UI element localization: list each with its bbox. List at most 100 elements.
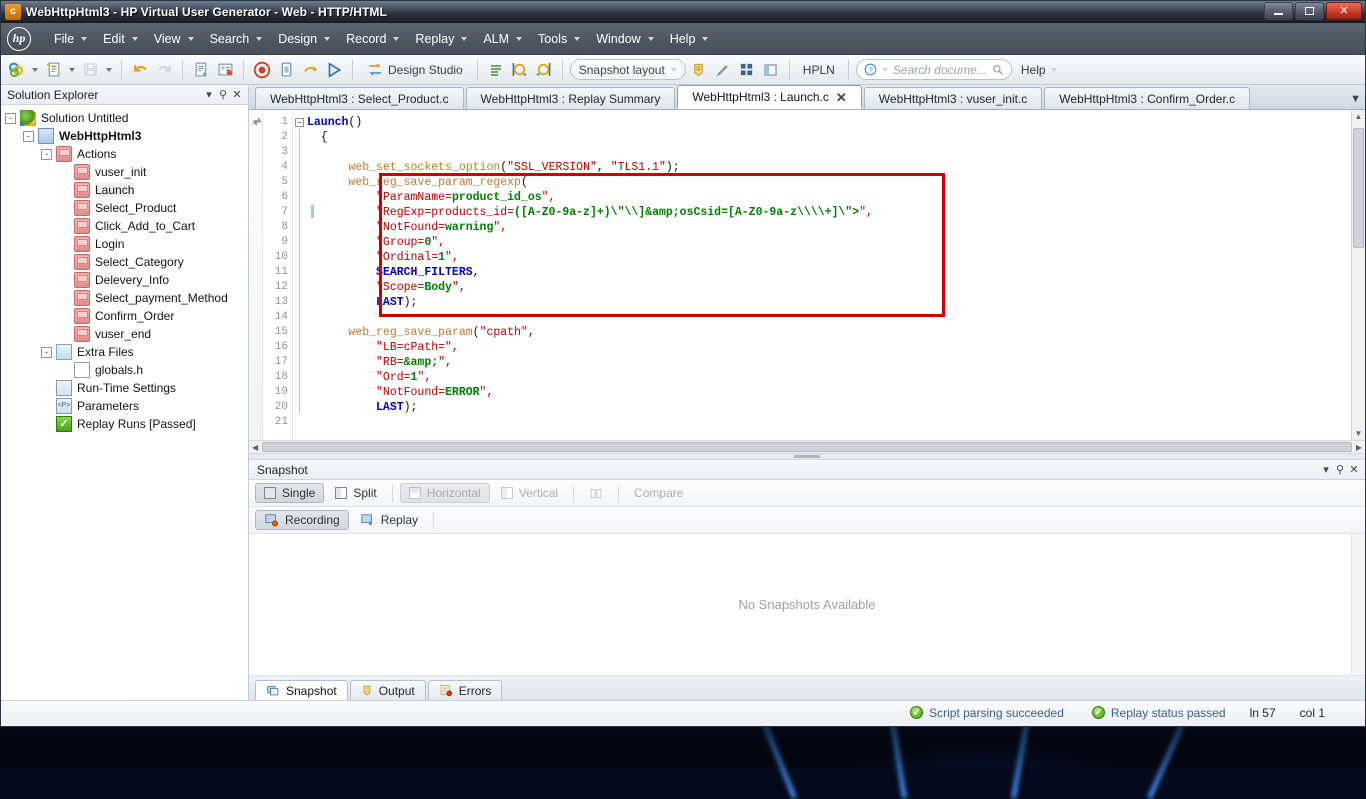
editor-tab-3[interactable]: WebHttpHtml3 : vuser_init.c xyxy=(863,87,1043,109)
tree-item-solution-untitled[interactable]: - Solution Untitled xyxy=(5,109,248,127)
scroll-thumb[interactable] xyxy=(1353,128,1364,248)
menu-replay[interactable]: Replay xyxy=(406,28,474,50)
editor-horizontal-scrollbar[interactable]: ◀ ▶ xyxy=(249,440,1365,453)
menu-view[interactable]: View xyxy=(145,28,201,50)
tree-item-launch[interactable]: Launch xyxy=(5,181,248,199)
tree-item-select-product[interactable]: Select_Product xyxy=(5,199,248,217)
grid-icon[interactable] xyxy=(736,59,758,81)
fold-toggle-icon[interactable]: − xyxy=(295,118,304,127)
scroll-right-arrow[interactable]: ▶ xyxy=(1353,443,1365,452)
menu-file[interactable]: File xyxy=(45,28,94,50)
new-script-icon[interactable] xyxy=(42,59,64,81)
chevron-down-icon[interactable]: ▾ xyxy=(202,88,216,102)
menu-design[interactable]: Design xyxy=(269,28,337,50)
editor-tab-1[interactable]: WebHttpHtml3 : Replay Summary xyxy=(465,87,676,109)
code-editor[interactable]: 🖈 1 2 3 4 5 6 7 8 9 10 11 12 13 14 15 16 17 18 19 20 21 − La… xyxy=(249,110,1365,440)
code-fold-gutter[interactable]: − xyxy=(293,110,307,440)
tree-item-click-add-to-cart[interactable]: Click_Add_to_Cart xyxy=(5,217,248,235)
chevron-down-icon[interactable]: ▾ xyxy=(1319,463,1333,477)
pane-splitter[interactable] xyxy=(249,453,1365,460)
runtime-settings-icon[interactable] xyxy=(214,59,236,81)
redo-icon[interactable] xyxy=(153,59,175,81)
snapshot-replay-button[interactable]: Replay xyxy=(352,510,426,530)
record-icon[interactable] xyxy=(251,59,273,81)
new-script-dropdown[interactable] xyxy=(66,59,77,81)
run-icon[interactable] xyxy=(323,59,345,81)
panes-icon[interactable] xyxy=(760,59,782,81)
scroll-left-arrow[interactable]: ◀ xyxy=(249,443,261,452)
scroll-down-arrow[interactable]: ▼ xyxy=(1355,427,1363,440)
snapshot-split-button[interactable]: Split xyxy=(327,483,384,503)
restore-button[interactable] xyxy=(1295,2,1324,20)
close-icon[interactable]: ✕ xyxy=(836,91,847,104)
snapshot-recording-button[interactable]: Recording xyxy=(255,510,349,530)
tree-item-parameters[interactable]: <P> Parameters xyxy=(5,397,248,415)
pin-icon[interactable]: ⚲ xyxy=(1333,463,1347,477)
open-solution-dropdown[interactable] xyxy=(29,59,40,81)
snapshot-compare-label-button[interactable]: Compare xyxy=(626,483,691,503)
tab-output[interactable]: Output xyxy=(349,680,426,700)
tab-errors[interactable]: Errors xyxy=(427,680,503,700)
editor-tab-0[interactable]: WebHttpHtml3 : Select_Product.c xyxy=(255,87,464,109)
menu-alm[interactable]: ALM xyxy=(474,28,529,50)
open-solution-icon[interactable] xyxy=(5,59,27,81)
menu-window[interactable]: Window xyxy=(587,28,660,50)
previous-snapshot-icon[interactable] xyxy=(509,59,531,81)
tree-item-globals-h[interactable]: globals.h xyxy=(5,361,248,379)
save-icon[interactable] xyxy=(79,59,101,81)
tab-snapshot[interactable]: Snapshot xyxy=(255,680,348,700)
replay-loop-icon[interactable] xyxy=(299,59,321,81)
menu-edit[interactable]: Edit xyxy=(94,28,145,50)
tree-item-extra-files[interactable]: - Extra Files xyxy=(5,343,248,361)
tree-expander[interactable]: - xyxy=(23,130,34,142)
tree-expander[interactable]: - xyxy=(41,346,52,358)
snapshot-layout-dropdown[interactable]: Snapshot layout xyxy=(569,59,686,80)
menu-search[interactable]: Search xyxy=(201,28,270,50)
tree-item-delevery-info[interactable]: Delevery_Info xyxy=(5,271,248,289)
tab-overflow-icon[interactable]: ▼ xyxy=(1350,93,1361,105)
save-dropdown[interactable] xyxy=(103,59,114,81)
tree-item-actions[interactable]: - Actions xyxy=(5,145,248,163)
close-icon[interactable]: ✕ xyxy=(230,88,244,102)
next-snapshot-icon[interactable] xyxy=(533,59,555,81)
scroll-up-arrow[interactable]: ▲ xyxy=(1355,110,1363,123)
editor-vertical-scrollbar[interactable]: ▲ ▼ xyxy=(1351,110,1365,440)
menu-help[interactable]: Help xyxy=(661,28,716,50)
bookmark-gutter[interactable]: 🖈 xyxy=(249,110,263,440)
snapshot-horizontal-button[interactable]: Horizontal xyxy=(399,483,490,503)
steps-toolbox-icon[interactable] xyxy=(485,59,507,81)
search-input[interactable]: Search docume... xyxy=(893,63,987,77)
stop-icon[interactable] xyxy=(275,59,297,81)
snapshot-vertical-scrollbar[interactable] xyxy=(1351,534,1365,675)
snapshot-vertical-button[interactable]: Vertical xyxy=(493,483,566,503)
menu-tools[interactable]: Tools xyxy=(529,28,587,50)
pin-icon[interactable]: ⚲ xyxy=(216,88,230,102)
hscroll-thumb[interactable] xyxy=(262,442,1352,452)
tree-item-confirm-order[interactable]: Confirm_Order xyxy=(5,307,248,325)
tree-item-select-payment-method[interactable]: Select_payment_Method xyxy=(5,289,248,307)
editor-tab-4[interactable]: WebHttpHtml3 : Confirm_Order.c xyxy=(1044,87,1251,109)
editor-tab-2[interactable]: WebHttpHtml3 : Launch.c ✕ xyxy=(677,85,862,109)
tree-item-select-category[interactable]: Select_Category xyxy=(5,253,248,271)
tree-item-run-time-settings[interactable]: Run-Time Settings xyxy=(5,379,248,397)
bookmark-icon[interactable] xyxy=(688,59,710,81)
tree-item-replay-runs-passed[interactable]: ✓ Replay Runs [Passed] xyxy=(5,415,248,433)
tree-item-webhttphtml3[interactable]: - WebHttpHtml3 xyxy=(5,127,248,145)
search-documentation-box[interactable]: ? Search docume... xyxy=(855,59,1012,80)
minimize-button[interactable] xyxy=(1264,2,1293,20)
tree-expander[interactable]: - xyxy=(5,112,16,124)
close-icon[interactable]: ✕ xyxy=(1347,463,1361,477)
snapshot-compare-button[interactable] xyxy=(581,483,611,503)
tree-item-login[interactable]: Login xyxy=(5,235,248,253)
help-button[interactable]: Help xyxy=(1014,60,1064,80)
hpln-button[interactable]: HPLN xyxy=(797,63,841,77)
compile-icon[interactable] xyxy=(190,59,212,81)
tree-item-vuser-init[interactable]: vuser_init xyxy=(5,163,248,181)
highlight-icon[interactable] xyxy=(712,59,734,81)
design-studio-button[interactable]: Design Studio xyxy=(360,59,470,81)
menu-record[interactable]: Record xyxy=(337,28,406,50)
code-text-area[interactable]: Launch() { web_set_sockets_option("SSL_V… xyxy=(307,110,1351,440)
tree-item-vuser-end[interactable]: vuser_end xyxy=(5,325,248,343)
snapshot-single-button[interactable]: Single xyxy=(255,483,325,503)
undo-icon[interactable] xyxy=(129,59,151,81)
